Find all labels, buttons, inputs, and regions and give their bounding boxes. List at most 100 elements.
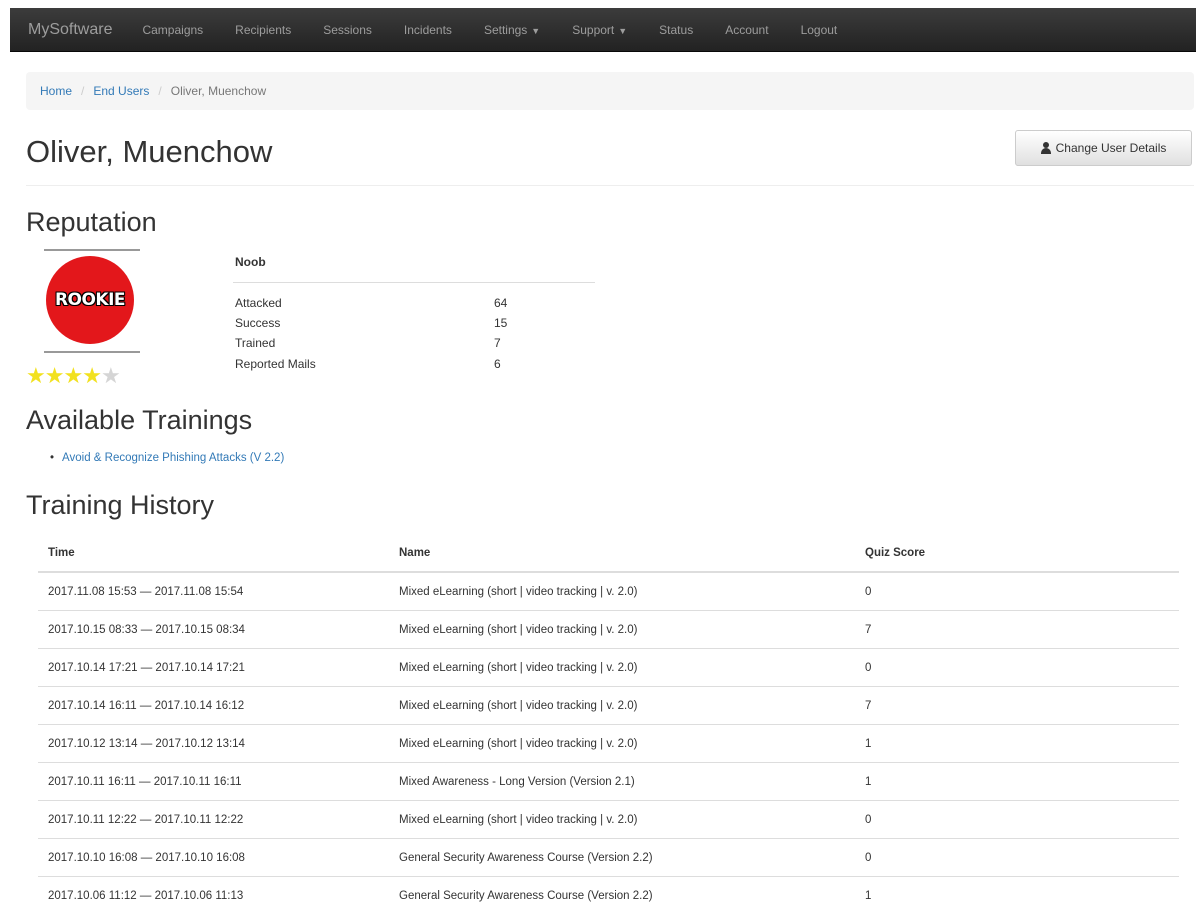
stat-label: Reported Mails — [235, 357, 316, 371]
cell-name: Mixed Awareness - Long Version (Version … — [389, 763, 855, 801]
training-history-table: Time Name Quiz Score 2017.11.08 15:53 — … — [38, 535, 1179, 914]
cell-name: Mixed eLearning (short | video tracking … — [389, 611, 855, 649]
breadcrumb: Home / End Users / Oliver, Muenchow — [26, 72, 1194, 110]
cell-name: Mixed eLearning (short | video tracking … — [389, 687, 855, 725]
nav-recipients[interactable]: Recipients — [219, 23, 307, 37]
cell-time: 2017.10.06 11:12 — 2017.10.06 11:13 — [38, 877, 389, 914]
stat-row-trained: Trained 7 — [235, 336, 535, 350]
cell-name: Mixed eLearning (short | video tracking … — [389, 572, 855, 611]
nav-incidents[interactable]: Incidents — [388, 23, 468, 37]
cell-score: 0 — [855, 572, 1179, 611]
nav-support-label: Support — [572, 23, 614, 37]
nav-sessions-label: Sessions — [323, 23, 372, 37]
table-row: 2017.10.11 12:22 — 2017.10.11 12:22 Mixe… — [38, 801, 1179, 839]
caret-down-icon: ▼ — [618, 26, 627, 36]
stat-value: 7 — [494, 336, 501, 350]
nav-status[interactable]: Status — [643, 23, 709, 37]
reputation-level: Noob — [235, 255, 266, 269]
cell-time: 2017.10.14 17:21 — 2017.10.14 17:21 — [38, 649, 389, 687]
stat-row-reported-mails: Reported Mails 6 — [235, 357, 535, 371]
training-link[interactable]: Avoid & Recognize Phishing Attacks (V 2.… — [62, 452, 284, 464]
stat-value: 15 — [494, 316, 507, 330]
table-row: 2017.10.12 13:14 — 2017.10.12 13:14 Mixe… — [38, 725, 1179, 763]
stat-row-success: Success 15 — [235, 316, 535, 330]
cell-score: 7 — [855, 611, 1179, 649]
table-header-row: Time Name Quiz Score — [38, 535, 1179, 572]
user-icon — [1041, 142, 1051, 154]
training-history-heading: Training History — [26, 490, 214, 521]
change-user-details-button[interactable]: Change User Details — [1015, 130, 1192, 166]
cell-score: 0 — [855, 801, 1179, 839]
nav-settings-dropdown[interactable]: Settings ▼ — [468, 23, 556, 37]
nav-status-label: Status — [659, 23, 693, 37]
table-row: 2017.10.14 17:21 — 2017.10.14 17:21 Mixe… — [38, 649, 1179, 687]
nav-logout[interactable]: Logout — [785, 23, 854, 37]
stat-value: 6 — [494, 357, 501, 371]
column-header-quiz-score[interactable]: Quiz Score — [855, 535, 1179, 572]
cell-time: 2017.10.15 08:33 — 2017.10.15 08:34 — [38, 611, 389, 649]
stat-row-attacked: Attacked 64 — [235, 296, 535, 310]
nav-logout-label: Logout — [801, 23, 838, 37]
nav-account[interactable]: Account — [709, 23, 784, 37]
table-row: 2017.10.15 08:33 — 2017.10.15 08:34 Mixe… — [38, 611, 1179, 649]
top-navbar: MySoftware Campaigns Recipients Sessions… — [10, 8, 1196, 52]
caret-down-icon: ▼ — [531, 26, 540, 36]
nav-sessions[interactable]: Sessions — [307, 23, 388, 37]
cell-time: 2017.10.10 16:08 — 2017.10.10 16:08 — [38, 839, 389, 877]
table-row: 2017.10.06 11:12 — 2017.10.06 11:13 Gene… — [38, 877, 1179, 914]
stat-label: Success — [235, 316, 280, 330]
bullet-icon: • — [50, 452, 54, 464]
cell-name: General Security Awareness Course (Versi… — [389, 839, 855, 877]
change-user-details-label: Change User Details — [1056, 141, 1167, 155]
star-filled-icon: ★ — [45, 363, 64, 388]
cell-time: 2017.10.14 16:11 — 2017.10.14 16:12 — [38, 687, 389, 725]
table-row: 2017.10.10 16:08 — 2017.10.10 16:08 Gene… — [38, 839, 1179, 877]
cell-score: 7 — [855, 687, 1179, 725]
nav-recipients-label: Recipients — [235, 23, 291, 37]
breadcrumb-end-users-link[interactable]: End Users — [93, 84, 149, 98]
star-empty-icon: ★ — [101, 363, 120, 388]
breadcrumb-home-link[interactable]: Home — [40, 84, 72, 98]
badge-text: ROOKIE — [55, 290, 125, 310]
nav-campaigns-label: Campaigns — [142, 23, 203, 37]
breadcrumb-current: Oliver, Muenchow — [171, 84, 266, 98]
cell-name: Mixed eLearning (short | video tracking … — [389, 649, 855, 687]
badge-bottom-rule — [44, 351, 140, 353]
star-filled-icon: ★ — [26, 363, 45, 388]
star-rating: ★★★★★ — [26, 364, 120, 388]
header-divider — [26, 185, 1194, 186]
table-row: 2017.10.11 16:11 — 2017.10.11 16:11 Mixe… — [38, 763, 1179, 801]
stat-label: Trained — [235, 336, 275, 350]
reputation-heading: Reputation — [26, 207, 157, 238]
available-trainings-heading: Available Trainings — [26, 405, 252, 436]
cell-score: 1 — [855, 877, 1179, 914]
brand-logo[interactable]: MySoftware — [28, 21, 112, 39]
cell-score: 1 — [855, 763, 1179, 801]
cell-name: Mixed eLearning (short | video tracking … — [389, 725, 855, 763]
cell-name: General Security Awareness Course (Versi… — [389, 877, 855, 914]
nav-settings-label: Settings — [484, 23, 527, 37]
table-row: 2017.11.08 15:53 — 2017.11.08 15:54 Mixe… — [38, 572, 1179, 611]
table-row: 2017.10.14 16:11 — 2017.10.14 16:12 Mixe… — [38, 687, 1179, 725]
nav-campaigns[interactable]: Campaigns — [126, 23, 219, 37]
stat-value: 64 — [494, 296, 507, 310]
nav-support-dropdown[interactable]: Support ▼ — [556, 23, 643, 37]
cell-time: 2017.11.08 15:53 — 2017.11.08 15:54 — [38, 572, 389, 611]
rookie-badge: ROOKIE — [46, 256, 134, 344]
star-filled-icon: ★ — [82, 363, 101, 388]
cell-time: 2017.10.11 16:11 — 2017.10.11 16:11 — [38, 763, 389, 801]
cell-time: 2017.10.12 13:14 — 2017.10.12 13:14 — [38, 725, 389, 763]
cell-score: 0 — [855, 649, 1179, 687]
column-header-name[interactable]: Name — [389, 535, 855, 572]
breadcrumb-separator: / — [158, 84, 161, 98]
reputation-divider — [233, 282, 595, 283]
nav-incidents-label: Incidents — [404, 23, 452, 37]
breadcrumb-separator: / — [81, 84, 84, 98]
badge-top-rule — [44, 249, 140, 251]
star-filled-icon: ★ — [63, 363, 82, 388]
cell-time: 2017.10.11 12:22 — 2017.10.11 12:22 — [38, 801, 389, 839]
stat-label: Attacked — [235, 296, 282, 310]
cell-score: 0 — [855, 839, 1179, 877]
nav-account-label: Account — [725, 23, 768, 37]
column-header-time[interactable]: Time — [38, 535, 389, 572]
